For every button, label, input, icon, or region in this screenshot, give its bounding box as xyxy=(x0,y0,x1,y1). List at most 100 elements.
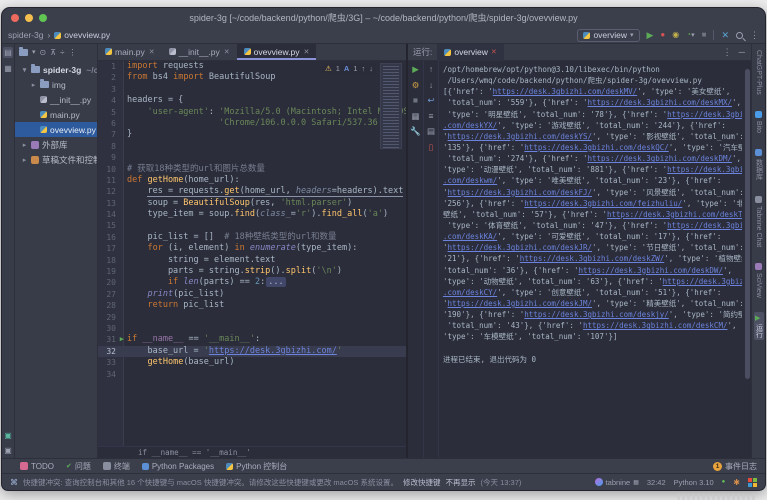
console-output[interactable]: /opt/homebrew/opt/python@3.10/libexec/bi… xyxy=(439,61,744,458)
dont-show-link[interactable]: 不再显示 xyxy=(446,477,476,488)
settings-icon[interactable]: ÷ xyxy=(60,48,64,57)
tool-stripe-item[interactable]: ChatGPT-Plus xyxy=(755,48,762,97)
console-link[interactable]: https://desk.3gbizhi.com/deskQC/ xyxy=(524,143,669,152)
project-stripe-icon[interactable]: ▤ xyxy=(3,47,13,58)
event-log-button[interactable]: 1事件日志 xyxy=(713,461,757,472)
tabnine-status[interactable]: tabnine▦ xyxy=(595,478,639,487)
close-tab-icon[interactable]: ✕ xyxy=(149,48,155,56)
console-link[interactable]: https://desk.3gbizhi.com/deskFJ/ xyxy=(448,188,593,197)
tree-item[interactable]: ▾spider-3g~/code xyxy=(15,62,97,77)
tool-window-button-todo[interactable]: TODO xyxy=(20,462,54,471)
tool-stripe-item[interactable]: Bito xyxy=(755,109,762,135)
console-link[interactable]: https://desk.3gbizhi xyxy=(667,110,742,119)
minimap[interactable] xyxy=(380,63,402,149)
locate-file-icon[interactable]: ⊙ xyxy=(40,48,47,57)
restore-layout-icon[interactable]: ▦ xyxy=(411,112,419,121)
minimize-panel-icon[interactable]: ─ xyxy=(739,47,745,58)
console-link[interactable]: https://desk.3gbizhi xyxy=(667,221,742,230)
minimize-window-button[interactable] xyxy=(25,14,33,22)
tree-item[interactable]: ovevview.py xyxy=(15,122,97,137)
tool-stripe-item[interactable]: Tabnine Chat xyxy=(755,194,762,249)
tree-item[interactable]: ▸img xyxy=(15,77,97,92)
plugin-paw-icon[interactable]: ✱ xyxy=(733,478,740,487)
breadcrumb-project[interactable]: spider-3g xyxy=(8,30,43,40)
tool-window-button--[interactable]: ✔问题 xyxy=(66,461,91,472)
console-link[interactable]: https://desk.3gbizhi.com/deskZW/ xyxy=(520,254,665,263)
close-run-tab-icon[interactable]: ✕ xyxy=(491,48,497,56)
tool-stripe-item[interactable]: SciView xyxy=(755,261,762,300)
tool-stripe-item[interactable]: 数据库 xyxy=(754,147,764,182)
code-pane[interactable]: import requestsfrom bs4 import Beautiful… xyxy=(124,61,406,446)
console-link[interactable]: https://desk.3gbizhi.com/deskCM/ xyxy=(583,321,728,330)
profiler-button[interactable]: ◔▾ xyxy=(686,31,694,39)
close-tab-icon[interactable]: ✕ xyxy=(224,48,230,56)
soft-wrap-icon[interactable]: ↩ xyxy=(427,96,434,105)
editor-tab[interactable]: __init__.py✕ xyxy=(162,43,237,60)
bookmarks-stripe-icon[interactable]: ▦ xyxy=(4,64,12,73)
tree-item[interactable]: ▸外部库 xyxy=(15,137,97,152)
tree-item[interactable]: __init__.py xyxy=(15,92,97,107)
tool-window-button-python-packages[interactable]: Python Packages xyxy=(142,462,214,471)
scrollbar-thumb[interactable] xyxy=(745,69,750,379)
run-button[interactable]: ▶ xyxy=(647,31,654,40)
close-tab-icon[interactable]: ✕ xyxy=(303,48,309,56)
chevron-icon[interactable]: ▸ xyxy=(21,156,28,164)
tree-item[interactable]: ▸草稿文件和控制台 xyxy=(15,152,97,167)
run-config-selector[interactable]: overview ▾ xyxy=(577,29,639,42)
console-link[interactable]: https://desk.3gbizhi.com/deskDM/ xyxy=(588,154,733,163)
modify-shortcuts-link[interactable]: 修改快捷键 xyxy=(403,477,441,488)
more-options-icon[interactable]: ⋮ xyxy=(750,31,759,40)
console-link[interactable]: https://desk.3gbizhi.com/deskTY/ xyxy=(607,210,742,219)
console-link[interactable]: https://desk.3gbizhi.com/deskjy/ xyxy=(524,310,669,319)
tool-window-button--[interactable]: 终端 xyxy=(103,461,130,472)
editor-breadcrumb[interactable]: if __name__ == '__main__' xyxy=(98,446,406,458)
chevron-icon[interactable]: ▸ xyxy=(30,81,37,89)
console-link[interactable]: https://desk.3gbizhi.com/deskMV/ xyxy=(493,87,638,96)
down-stacktrace-icon[interactable]: ↓ xyxy=(429,81,433,90)
chevron-icon[interactable]: ▾ xyxy=(21,66,28,74)
rerun-button[interactable]: ▶ xyxy=(412,65,419,74)
console-link[interactable]: https://desk.3gbizhi.com/deskDW/ xyxy=(578,266,723,275)
console-link[interactable]: https://desk.3gbizhi xyxy=(667,165,742,174)
terminal-stripe-icon[interactable]: ▣ xyxy=(4,446,12,455)
console-link[interactable]: https://desk.3gbizhi.com/feizhuliu/ xyxy=(524,199,682,208)
editor-tab[interactable]: main.py✕ xyxy=(98,43,162,60)
breadcrumb-file[interactable]: ovevview.py xyxy=(64,30,110,40)
scroll-to-end-icon[interactable]: ≡ xyxy=(429,112,434,121)
project-view-icon[interactable] xyxy=(19,49,28,56)
hide-panel-icon[interactable]: ⋮ xyxy=(68,48,76,57)
next-issue-icon[interactable]: ↓ xyxy=(369,64,373,73)
python-interpreter[interactable]: Python 3.10 xyxy=(674,478,714,487)
inspections-widget[interactable]: ⚠1 A1 ↑ ↓ xyxy=(322,63,376,74)
coverage-button[interactable]: ◉ xyxy=(672,31,679,39)
search-everywhere-icon[interactable] xyxy=(736,32,743,39)
python-console-stripe-icon[interactable]: ▣ xyxy=(4,431,12,440)
zoom-window-button[interactable] xyxy=(39,14,47,22)
editor-body[interactable]: 1234567891011121314151617181920272829303… xyxy=(98,61,406,446)
console-link[interactable]: https://desk.3gbizhi.com/deskJM/ xyxy=(448,299,593,308)
code-with-me-icon[interactable]: ✕ xyxy=(721,31,729,40)
editor-tab[interactable]: ovevview.py✕ xyxy=(237,43,317,60)
close-window-button[interactable] xyxy=(11,14,19,22)
up-stacktrace-icon[interactable]: ↑ xyxy=(429,65,433,74)
console-link[interactable]: .com/deskCY/ xyxy=(443,288,497,297)
debug-button[interactable]: ● xyxy=(660,31,665,39)
stop-button[interactable]: ■ xyxy=(702,31,707,39)
print-icon[interactable]: ▤ xyxy=(427,127,435,136)
run-settings-icon[interactable]: ⚙ xyxy=(412,81,420,90)
run-tab[interactable]: overview ✕ xyxy=(437,44,503,61)
console-link[interactable]: .com/deskwm/ xyxy=(443,176,497,185)
clear-console-icon[interactable]: ▯ xyxy=(429,143,434,152)
tool-stripe-item[interactable]: ▶运行 xyxy=(754,312,764,340)
prev-issue-icon[interactable]: ↑ xyxy=(362,64,366,73)
tool-window-button-python-[interactable]: Python 控制台 xyxy=(226,461,287,472)
run-options-icon[interactable]: ⋮ xyxy=(723,47,732,58)
console-link[interactable]: https://desk.3gbizhi.com/deskMX/ xyxy=(588,98,733,107)
collapse-all-icon[interactable]: ⊼ xyxy=(50,48,56,57)
console-link[interactable]: https://desk.3gbizhi.com/deskJR/ xyxy=(448,243,593,252)
edit-config-icon[interactable]: 🔧 xyxy=(410,127,421,136)
console-link[interactable]: .com/deskYX/ xyxy=(443,121,497,130)
console-link[interactable]: .com/deskKA/ xyxy=(443,232,497,241)
tree-item[interactable]: main.py xyxy=(15,107,97,122)
console-link[interactable]: https://desk.3gbizhi.com/deskYS/ xyxy=(448,132,593,141)
